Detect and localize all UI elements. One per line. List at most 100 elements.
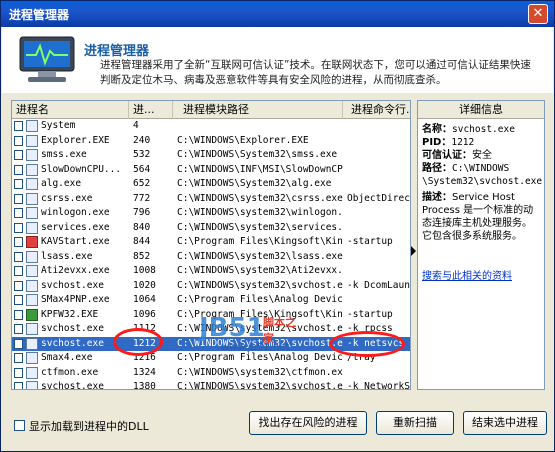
detail-path-label: 路径： [422,163,452,174]
process-pid: 1064 [133,294,156,305]
window-title: 进程管理器 [9,8,70,22]
process-pid: 844 [133,236,151,247]
row-checkbox[interactable] [14,237,23,247]
row-checkbox[interactable] [14,121,23,131]
process-path: C:\WINDOWS\INF\MSI\SlowDownCP... [177,163,343,175]
table-row[interactable]: lsass.exe 852 C:\WINDOWS\system32\lsass.ex… [12,250,410,265]
row-checkbox[interactable] [14,251,23,262]
process-path: C:\WINDOWS\System32\smss.exe [177,149,338,160]
table-row[interactable]: services.exe 840 C:\WINDOWS\system32\servi… [12,221,410,236]
row-checkbox[interactable] [14,324,23,334]
row-checkbox[interactable] [14,295,23,305]
row-checkbox[interactable] [14,309,23,320]
process-name: alg.exe [41,178,82,189]
header-description: 进程管理器采用了全新“互联网可信认证”技术。在联网状态下，您可以通过可信认证结果… [100,59,531,86]
watermark-site: www.jb51.net [221,342,290,353]
process-icon [26,366,38,379]
row-checkbox[interactable] [14,367,23,378]
detail-pid-value: 1212 [451,137,475,148]
process-icon [26,221,38,234]
watermark-logo: JB51 [199,313,265,343]
detail-desc-label: 描述： [422,192,452,203]
column-header-pid[interactable]: 进... [129,101,173,119]
process-icon [26,250,38,263]
table-row[interactable]: KAVStart.exe 844 C:\Program Files\Kingsoft… [12,235,410,250]
process-name: smss.exe [41,149,87,160]
collapse-arrow-icon[interactable] [411,246,416,256]
process-pid: 652 [133,178,151,189]
process-icon [26,163,38,176]
row-checkbox[interactable] [14,179,23,189]
process-path: C:\Program Files\Analog Devic... [177,294,343,305]
table-row[interactable]: SlowDownCPU... 564 C:\WINDOWS\INF\MSI\Slow… [12,163,410,178]
table-row[interactable]: winlogon.exe 796 C:\WINDOWS\system32\winlo… [12,206,410,221]
process-pid: 1380 [133,381,156,390]
row-checkbox[interactable] [14,280,23,291]
process-pid: 240 [133,134,151,146]
process-manager-window: 进程管理器 ✕ 进程管理器 进程管理器采用了全新“互联网可信认证”技术。在联网状… [0,0,555,452]
end-process-button[interactable]: 结束选中进程 [463,411,547,435]
process-icon [26,381,38,389]
row-checkbox[interactable] [14,353,23,363]
process-icon [26,352,38,364]
process-pid: 1020 [133,279,156,291]
find-risky-button[interactable]: 找出存在风险的进程 [249,411,367,435]
process-pid: 840 [133,221,151,233]
header-panel: 进程管理器 进程管理器采用了全新“互联网可信认证”技术。在联网状态下，您可以通过… [2,27,553,93]
rescan-button[interactable]: 重新扫描 [376,411,454,435]
process-path: C:\WINDOWS\system32\svchost.exe [177,381,343,390]
table-row[interactable]: Explorer.EXE 240 C:\WINDOWS\Explorer.EXE [12,134,410,149]
process-path: C:\WINDOWS\system32\winlogon.exe [177,207,343,218]
process-icon [26,337,38,350]
explorer-icon [26,134,38,147]
detail-trust-value: 安全 [472,150,492,161]
row-checkbox[interactable] [14,135,23,146]
process-pid: 852 [133,250,151,262]
table-row[interactable]: svchost.exe 1020 C:\WINDOWS\system32\svcho… [12,279,410,294]
detail-name-label: 名称： [422,124,452,135]
process-icon [26,149,38,161]
row-checkbox[interactable] [14,266,23,276]
process-pid: 532 [133,149,151,160]
show-dll-checkbox[interactable] [14,420,25,431]
process-path: C:\Program Files\Analog Devic... [177,352,343,363]
show-dll-label: 显示加载到进程中的DLL [29,420,149,433]
row-checkbox[interactable] [14,193,23,204]
header-title: 进程管理器 [84,44,150,59]
table-row[interactable]: ctfmon.exe 1324 C:\WINDOWS\system32\ctfmon… [12,366,410,381]
detail-name-value: svchost.exe [452,124,515,135]
process-cmd: -startup [347,236,393,247]
column-header-name[interactable]: 进程名 [12,101,129,119]
table-row[interactable]: System 4 [12,119,410,134]
row-checkbox[interactable] [14,382,23,389]
column-header-path[interactable]: 进程模块路径 [173,101,343,119]
table-row[interactable]: Ati2evxx.exe 1008 C:\WINDOWS\system32\Ati2… [12,264,410,279]
monitor-heartbeat-icon [19,36,75,82]
row-checkbox[interactable] [14,150,23,160]
row-checkbox[interactable] [14,164,23,175]
table-row[interactable]: csrss.exe 772 C:\WINDOWS\system32\csrss.ex… [12,192,410,207]
process-path: C:\WINDOWS\system32\services.exe [177,221,343,233]
table-row[interactable]: SMax4PNP.exe 1064 C:\Program Files\Analog … [12,293,410,308]
process-path: C:\Program Files\Kingsoft\Kin... [177,236,343,247]
table-row[interactable]: svchost.exe 1380 C:\WINDOWS\system32\svcho… [12,380,410,390]
process-name: ctfmon.exe [41,366,99,378]
column-header-cmd[interactable]: 进程命令行... [343,101,410,119]
system-process-icon [26,120,38,132]
search-related-link[interactable]: 搜索与此相关的资料 [422,267,512,282]
process-pid: 1324 [133,366,156,378]
process-name: SlowDownCPU... [41,163,122,175]
highlight-circle-pid [113,328,163,356]
close-button[interactable]: ✕ [528,4,548,24]
detail-header: 详细信息 [418,101,544,119]
table-row[interactable]: alg.exe 652 C:\WINDOWS\System32\alg.exe [12,177,410,192]
row-checkbox[interactable] [14,222,23,233]
row-checkbox[interactable] [14,338,23,349]
process-name: services.exe [41,221,110,233]
process-cmd: -startup [347,308,393,320]
firewall-icon [26,308,38,321]
row-checkbox[interactable] [14,208,23,218]
process-pid: 4 [133,120,139,131]
process-path: C:\WINDOWS\system32\Ati2evxx.exe [177,265,343,276]
table-row[interactable]: smss.exe 532 C:\WINDOWS\System32\smss.exe [12,148,410,163]
